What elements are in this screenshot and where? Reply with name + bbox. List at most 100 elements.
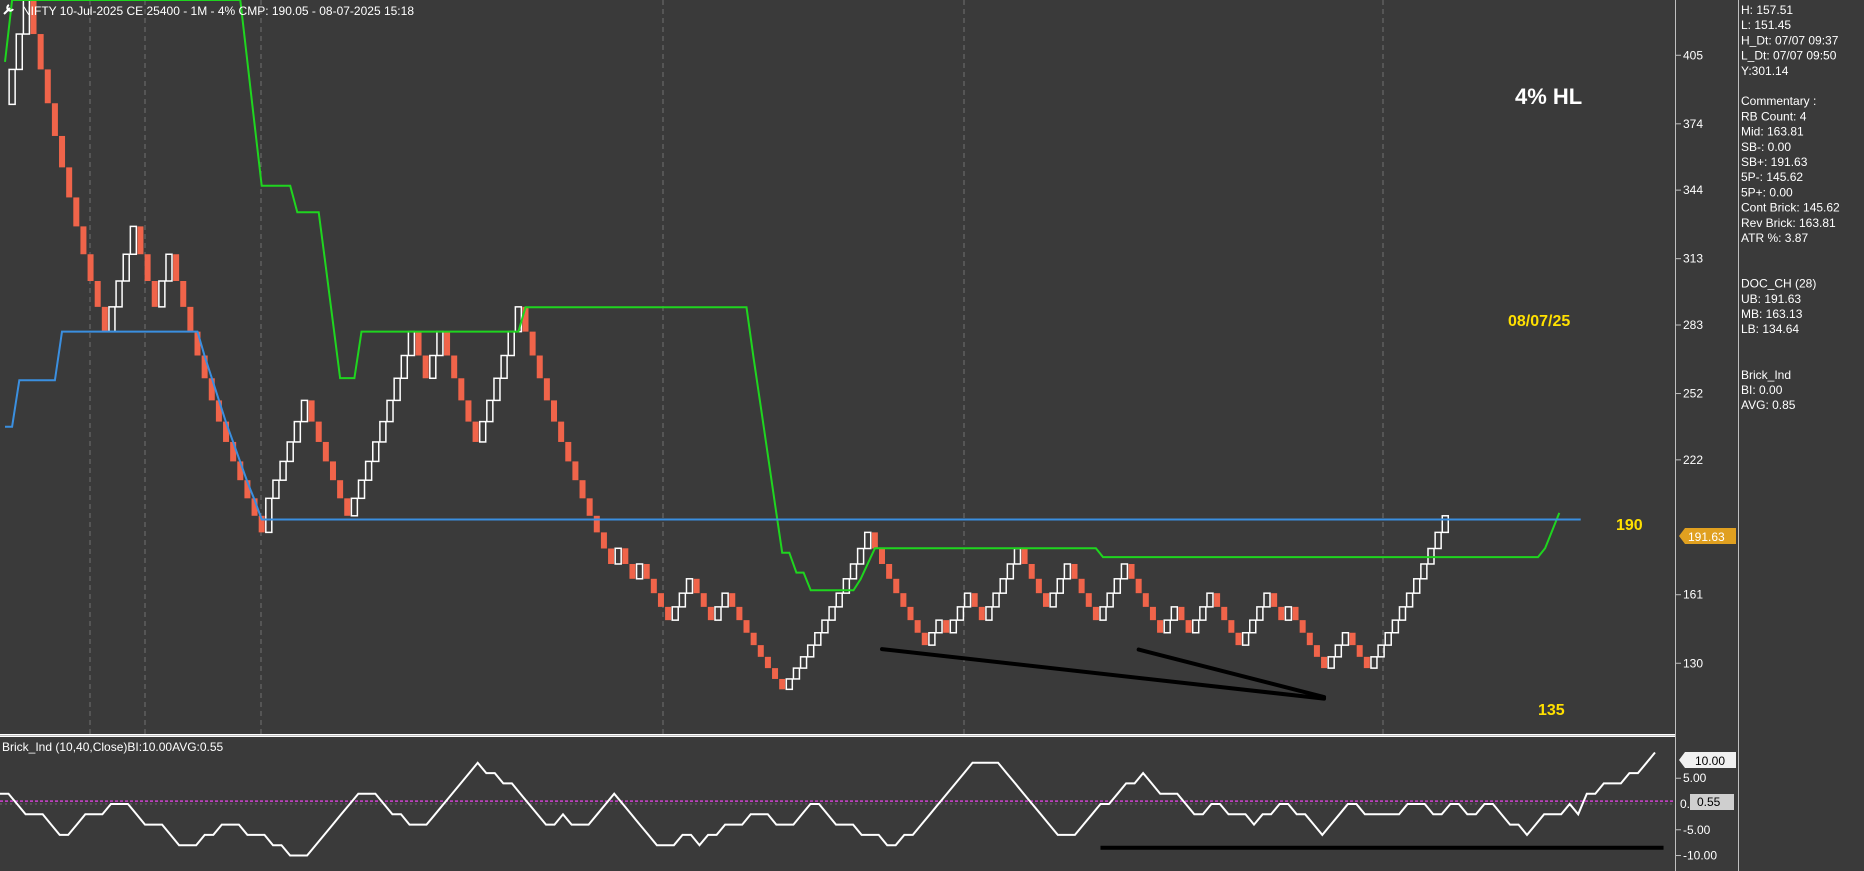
indicator-average-tag: 0.55 [1690,794,1734,810]
down-brick [1085,593,1092,607]
down-brick [458,378,465,401]
down-brick [1214,593,1221,607]
down-brick [1178,606,1185,621]
down-brick [1271,593,1278,607]
down-brick [1349,632,1356,646]
info-line: Brick_Ind [1741,368,1791,382]
down-brick [308,400,315,422]
down-brick [579,480,586,499]
indicator-title: Brick_Ind (10,40,Close)BI:10.00AVG:0.55 [2,740,224,754]
price-tick-label: 252 [1683,387,1703,401]
down-brick [893,578,900,594]
down-brick [1356,645,1363,657]
down-brick [772,668,779,679]
down-brick [51,103,58,136]
down-brick [693,578,700,594]
down-brick [707,606,714,621]
info-line: L: 151.45 [1741,18,1791,32]
info-line: 5P+: 0.00 [1741,185,1793,199]
down-brick [1028,563,1035,579]
down-brick [1149,606,1156,621]
down-brick [101,306,108,332]
down-brick [80,226,87,255]
info-line: Mid: 163.81 [1741,125,1804,139]
down-brick [194,331,201,356]
info-line: UB: 191.63 [1741,292,1801,306]
down-brick [94,280,101,307]
down-brick [757,645,764,657]
price-tick-label: 344 [1683,183,1703,197]
down-brick [586,498,593,516]
indicator-value-tag: 10.00 [1679,752,1736,768]
indicator-tick-label: -5.00 [1683,823,1711,837]
down-brick [1078,578,1085,594]
info-line: Y:301.14 [1741,64,1789,78]
down-brick [1228,620,1235,633]
down-brick [1321,656,1328,669]
down-brick [629,563,636,579]
info-line: MB: 163.13 [1741,307,1803,321]
info-line: AVG: 0.85 [1741,398,1796,412]
down-brick [137,226,144,255]
down-brick [1299,620,1306,633]
annotation-low-135: 135 [1538,702,1565,719]
down-brick [465,400,472,422]
down-brick [700,593,707,607]
down-brick [1042,593,1049,607]
current-price-tag: 191.63 [1679,528,1736,544]
info-line: SB-: 0.00 [1741,140,1791,154]
down-brick [1221,606,1228,621]
down-brick [871,532,878,549]
down-brick [600,532,607,549]
renko-chart-canvas: 405 374 344 313 283 252 222 161 130 191.63 NIFTY… [0,0,1864,871]
down-brick [650,578,657,594]
chart-window: 405 374 344 313 283 252 222 161 130 191.63 NIFTY… [0,0,1864,871]
price-tick-label: 405 [1683,48,1703,62]
down-brick [472,421,479,442]
price-tick-label: 283 [1683,318,1703,332]
down-brick [622,548,629,564]
price-tick-label: 222 [1683,453,1703,467]
info-line: BI: 0.00 [1741,383,1783,397]
down-brick [878,548,885,564]
down-brick [729,593,736,607]
down-brick [750,632,757,646]
down-brick [322,441,329,462]
down-brick [1135,578,1142,594]
down-brick [73,197,80,227]
price-tag-text: 191.63 [1688,530,1725,544]
down-brick [180,280,187,307]
down-brick [87,254,94,281]
down-brick [344,498,351,516]
down-brick [337,480,344,499]
down-brick [1278,606,1285,621]
down-brick [943,620,950,633]
down-brick [144,254,151,281]
price-tick-label: 374 [1683,117,1703,131]
down-brick [444,331,451,356]
down-brick [593,515,600,533]
down-brick [1035,578,1042,594]
down-brick [451,355,458,379]
info-line: LB: 134.64 [1741,322,1799,336]
down-brick [921,632,928,646]
down-brick [529,331,536,356]
info-line: SB+: 191.63 [1741,155,1808,169]
info-line: L_Dt: 07/07 09:50 [1741,49,1837,63]
info-line: ATR %: 3.87 [1741,231,1808,245]
down-brick [66,167,73,198]
price-pane-background [0,0,1675,734]
info-line: H: 157.51 [1741,3,1793,17]
annotation-4pct-hl: 4% HL [1515,84,1582,109]
info-line: 5P-: 145.62 [1741,170,1803,184]
info-line: H_Dt: 07/07 09:37 [1741,33,1839,47]
down-brick [1235,632,1242,646]
down-brick [1292,606,1299,621]
down-brick [978,606,985,621]
annotation-date: 08/07/25 [1508,313,1570,330]
down-brick [329,461,336,481]
down-brick [900,593,907,607]
down-brick [1306,632,1313,646]
down-brick [37,34,44,70]
down-brick [173,254,180,281]
